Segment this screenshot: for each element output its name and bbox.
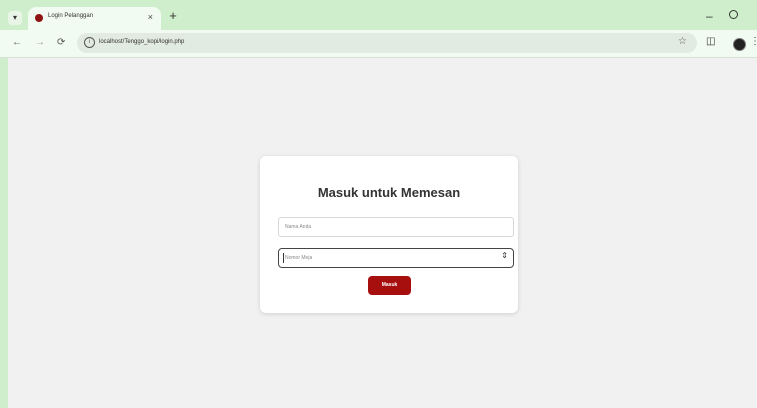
tab-title: Login Pelanggan xyxy=(48,13,94,19)
back-button[interactable]: ← xyxy=(12,37,22,49)
table-number-input[interactable]: Nomor Meja ⇕ xyxy=(278,248,514,268)
submit-button[interactable]: Masuk xyxy=(368,276,411,295)
table-placeholder: Nomor Meja xyxy=(285,255,313,261)
forward-button[interactable]: → xyxy=(35,37,45,49)
browser-tab[interactable]: Login Pelanggan × xyxy=(28,7,161,30)
minimize-button[interactable]: – xyxy=(706,9,713,23)
reload-button[interactable]: ⟳ xyxy=(57,37,65,49)
extensions-icon[interactable]: ◫ xyxy=(706,36,715,47)
page-viewport: Masuk untuk Memesan Nama Anda Nomor Meja… xyxy=(8,58,757,408)
favicon-icon xyxy=(35,14,43,22)
name-input[interactable]: Nama Anda xyxy=(278,217,514,237)
restore-icon[interactable] xyxy=(729,10,738,19)
address-bar[interactable]: i localhost/Tenggo_kopi/login.php ☆ xyxy=(77,33,697,53)
url-text[interactable]: localhost/Tenggo_kopi/login.php xyxy=(99,39,184,45)
tab-strip: ▾ Login Pelanggan × + – xyxy=(0,0,757,30)
bookmark-star-icon[interactable]: ☆ xyxy=(678,36,687,47)
spinner-icon[interactable]: ⇕ xyxy=(501,252,508,260)
name-placeholder: Nama Anda xyxy=(285,224,312,230)
login-card: Masuk untuk Memesan Nama Anda Nomor Meja… xyxy=(260,156,518,313)
profile-avatar[interactable] xyxy=(733,38,746,51)
tab-search-button[interactable]: ▾ xyxy=(8,11,22,25)
site-info-icon[interactable]: i xyxy=(84,37,95,48)
chevron-down-icon: ▾ xyxy=(12,13,17,22)
text-caret xyxy=(283,253,284,263)
page-title: Masuk untuk Memesan xyxy=(317,185,461,200)
new-tab-button[interactable]: + xyxy=(166,9,180,23)
browser-toolbar: ← → ⟳ i localhost/Tenggo_kopi/login.php … xyxy=(0,30,757,58)
tab-close-icon[interactable]: × xyxy=(148,12,153,22)
menu-icon[interactable]: ⋮ xyxy=(750,36,757,47)
